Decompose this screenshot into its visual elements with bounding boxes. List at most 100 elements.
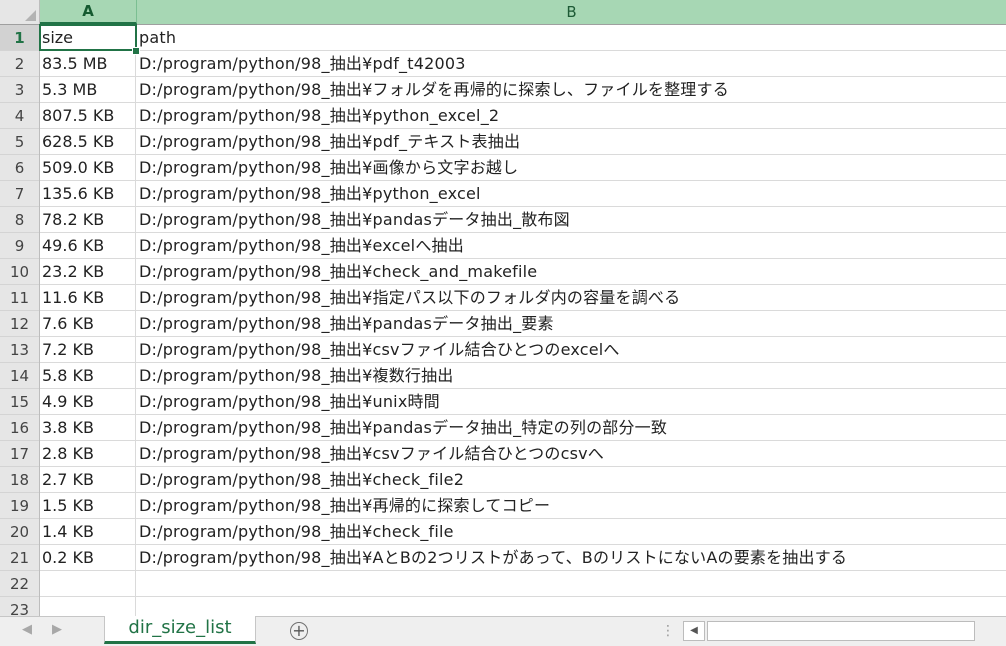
cell-size[interactable]: 3.8 KB (40, 415, 136, 440)
cell-path[interactable]: D:/program/python/98_抽出¥csvファイル結合ひとつのcsv… (137, 441, 1006, 466)
horizontal-scrollbar[interactable] (707, 621, 975, 641)
prev-sheet-icon[interactable]: ◀ (22, 622, 32, 637)
cell-size[interactable]: 5.8 KB (40, 363, 136, 388)
cell-size[interactable]: 11.6 KB (40, 285, 136, 310)
row-header[interactable]: 16 (0, 415, 39, 441)
table-row: 7.2 KB D:/program/python/98_抽出¥csvファイル結合ひ… (40, 337, 1006, 363)
cell-size[interactable]: 83.5 MB (40, 51, 136, 76)
row-header[interactable]: 20 (0, 519, 39, 545)
sheet-tab-dir-size-list[interactable]: dir_size_list (104, 616, 256, 644)
tab-splitter-icon[interactable]: ⋮ (661, 623, 675, 639)
cell-path[interactable]: D:/program/python/98_抽出¥複数行抽出 (137, 363, 1006, 388)
table-row: 83.5 MB D:/program/python/98_抽出¥pdf_t4200… (40, 51, 1006, 77)
row-header[interactable]: 8 (0, 207, 39, 233)
table-row: 5.3 MB D:/program/python/98_抽出¥フォルダを再帰的に探… (40, 77, 1006, 103)
row-header[interactable]: 11 (0, 285, 39, 311)
row-header[interactable]: 3 (0, 77, 39, 103)
cell-path[interactable]: D:/program/python/98_抽出¥pandasデータ抽出_特定の列… (137, 415, 1006, 440)
cell-size[interactable]: 807.5 KB (40, 103, 136, 128)
cell-size[interactable] (40, 571, 136, 596)
cell-path[interactable] (137, 597, 1006, 616)
cell-size[interactable]: 7.2 KB (40, 337, 136, 362)
row-header[interactable]: 7 (0, 181, 39, 207)
cell-size[interactable]: size (40, 25, 136, 50)
cell-path[interactable]: D:/program/python/98_抽出¥python_excel_2 (137, 103, 1006, 128)
sheet-tab-bar: ◀ ▶ dir_size_list + ⋮ ◀ (0, 616, 1006, 646)
fill-handle[interactable] (132, 47, 140, 55)
cell-path[interactable]: D:/program/python/98_抽出¥pdf_t42003 (137, 51, 1006, 76)
row-header[interactable]: 21 (0, 545, 39, 571)
row-header[interactable]: 18 (0, 467, 39, 493)
row-header[interactable]: 13 (0, 337, 39, 363)
cell-path[interactable]: D:/program/python/98_抽出¥フォルダを再帰的に探索し、ファイ… (137, 77, 1006, 102)
row-header-column: 1 2 3 4 5 6 7 8 9 10 11 12 13 14 15 16 1… (0, 25, 40, 616)
cell-path[interactable]: D:/program/python/98_抽出¥unix時間 (137, 389, 1006, 414)
cell-path[interactable]: D:/program/python/98_抽出¥指定パス以下のフォルダ内の容量を… (137, 285, 1006, 310)
cell-size[interactable]: 2.7 KB (40, 467, 136, 492)
table-row: 3.8 KB D:/program/python/98_抽出¥pandasデータ抽… (40, 415, 1006, 441)
row-header[interactable]: 1 (0, 25, 39, 51)
table-row: 23.2 KB D:/program/python/98_抽出¥check_and… (40, 259, 1006, 285)
select-all-button[interactable] (0, 0, 40, 24)
table-row: 7.6 KB D:/program/python/98_抽出¥pandasデータ抽… (40, 311, 1006, 337)
cell-path[interactable]: D:/program/python/98_抽出¥check_file2 (137, 467, 1006, 492)
cell-path[interactable]: D:/program/python/98_抽出¥pandasデータ抽出_要素 (137, 311, 1006, 336)
cell-path[interactable] (137, 571, 1006, 596)
row-header[interactable]: 23 (0, 597, 39, 616)
add-sheet-icon[interactable]: + (290, 622, 308, 640)
select-all-triangle-icon (25, 10, 36, 21)
row-header[interactable]: 9 (0, 233, 39, 259)
row-header[interactable]: 5 (0, 129, 39, 155)
column-header-a[interactable]: A (40, 0, 137, 24)
cell-size[interactable]: 1.5 KB (40, 493, 136, 518)
column-header-bar: A B (0, 0, 1006, 25)
cell-path[interactable]: D:/program/python/98_抽出¥pandasデータ抽出_散布図 (137, 207, 1006, 232)
row-header[interactable]: 10 (0, 259, 39, 285)
row-header[interactable]: 4 (0, 103, 39, 129)
row-header[interactable]: 17 (0, 441, 39, 467)
cell-size[interactable]: 5.3 MB (40, 77, 136, 102)
table-row: 4.9 KB D:/program/python/98_抽出¥unix時間 (40, 389, 1006, 415)
column-header-b[interactable]: B (137, 0, 1006, 24)
row-header[interactable]: 12 (0, 311, 39, 337)
row-header[interactable]: 14 (0, 363, 39, 389)
cell-path[interactable]: D:/program/python/98_抽出¥画像から文字お越し (137, 155, 1006, 180)
cell-size[interactable]: 78.2 KB (40, 207, 136, 232)
row-header[interactable]: 19 (0, 493, 39, 519)
cell-path[interactable]: D:/program/python/98_抽出¥csvファイル結合ひとつのexc… (137, 337, 1006, 362)
table-row: 11.6 KB D:/program/python/98_抽出¥指定パス以下のフォ… (40, 285, 1006, 311)
cell-size[interactable]: 1.4 KB (40, 519, 136, 544)
cell-path[interactable]: D:/program/python/98_抽出¥check_file (137, 519, 1006, 544)
row-header[interactable]: 6 (0, 155, 39, 181)
cell-path[interactable]: D:/program/python/98_抽出¥check_and_makefi… (137, 259, 1006, 284)
table-row (40, 571, 1006, 597)
row-header[interactable]: 2 (0, 51, 39, 77)
scroll-left-icon[interactable]: ◀ (683, 621, 705, 641)
table-row (40, 597, 1006, 616)
cell-size[interactable]: 49.6 KB (40, 233, 136, 258)
table-row: 5.8 KB D:/program/python/98_抽出¥複数行抽出 (40, 363, 1006, 389)
cell-size[interactable]: 2.8 KB (40, 441, 136, 466)
cell-size[interactable]: 628.5 KB (40, 129, 136, 154)
row-header[interactable]: 22 (0, 571, 39, 597)
row-header[interactable]: 15 (0, 389, 39, 415)
cell-path[interactable]: path (137, 25, 1006, 50)
cell-size[interactable] (40, 597, 136, 616)
cell-path[interactable]: D:/program/python/98_抽出¥python_excel (137, 181, 1006, 206)
cell-grid: size path 83.5 MB D:/program/python/98_抽出¥… (40, 25, 1006, 616)
cell-size[interactable]: 4.9 KB (40, 389, 136, 414)
table-row: 628.5 KB D:/program/python/98_抽出¥pdf_テキスト… (40, 129, 1006, 155)
cell-size[interactable]: 23.2 KB (40, 259, 136, 284)
cell-path[interactable]: D:/program/python/98_抽出¥再帰的に探索してコピー (137, 493, 1006, 518)
table-row: 509.0 KB D:/program/python/98_抽出¥画像から文字お越… (40, 155, 1006, 181)
table-row: 0.2 KB D:/program/python/98_抽出¥AとBの2つリストが… (40, 545, 1006, 571)
cell-size[interactable]: 135.6 KB (40, 181, 136, 206)
cell-path[interactable]: D:/program/python/98_抽出¥pdf_テキスト表抽出 (137, 129, 1006, 154)
cell-size[interactable]: 7.6 KB (40, 311, 136, 336)
cell-path[interactable]: D:/program/python/98_抽出¥AとBの2つリストがあって、Bの… (137, 545, 1006, 570)
cell-size[interactable]: 0.2 KB (40, 545, 136, 570)
cell-size[interactable]: 509.0 KB (40, 155, 136, 180)
table-row: 2.7 KB D:/program/python/98_抽出¥check_file… (40, 467, 1006, 493)
next-sheet-icon[interactable]: ▶ (52, 622, 62, 637)
cell-path[interactable]: D:/program/python/98_抽出¥excelへ抽出 (137, 233, 1006, 258)
